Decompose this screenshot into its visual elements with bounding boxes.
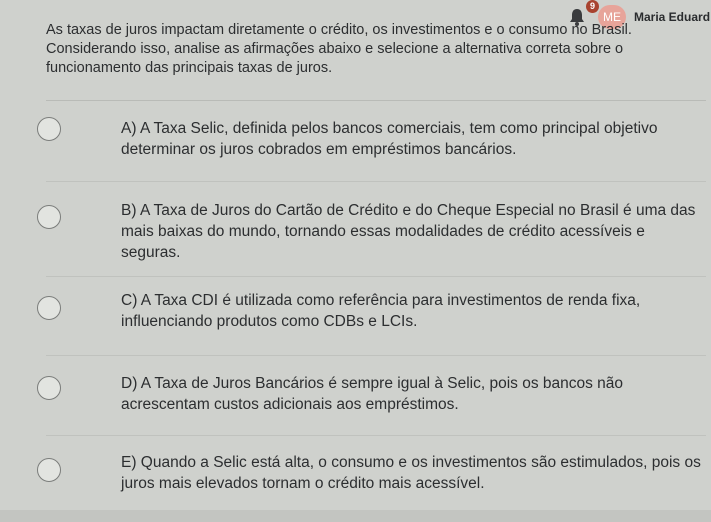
divider: [46, 435, 706, 436]
option-b-text: B) A Taxa de Juros do Cartão de Crédito …: [121, 202, 696, 261]
radio-option-b[interactable]: [37, 205, 61, 229]
radio-option-c[interactable]: [37, 296, 61, 320]
divider: [46, 181, 706, 182]
option-c-text: C) A Taxa CDI é utilizada como referênci…: [121, 292, 641, 330]
radio-option-d[interactable]: [37, 376, 61, 400]
option-d-text: D) A Taxa de Juros Bancários é sempre ig…: [121, 375, 624, 413]
divider: [46, 100, 706, 101]
radio-option-e[interactable]: [37, 458, 61, 482]
notification-badge: 9: [586, 0, 599, 13]
bottom-edge: [0, 510, 711, 522]
option-a-text: A) A Taxa Selic, definida pelos bancos c…: [121, 120, 658, 158]
option-e-text: E) Quando a Selic está alta, o consumo e…: [121, 454, 701, 492]
divider: [46, 355, 706, 356]
radio-option-a[interactable]: [37, 117, 61, 141]
divider: [46, 276, 706, 277]
question-text: As taxas de juros impactam diretamente o…: [46, 22, 632, 76]
